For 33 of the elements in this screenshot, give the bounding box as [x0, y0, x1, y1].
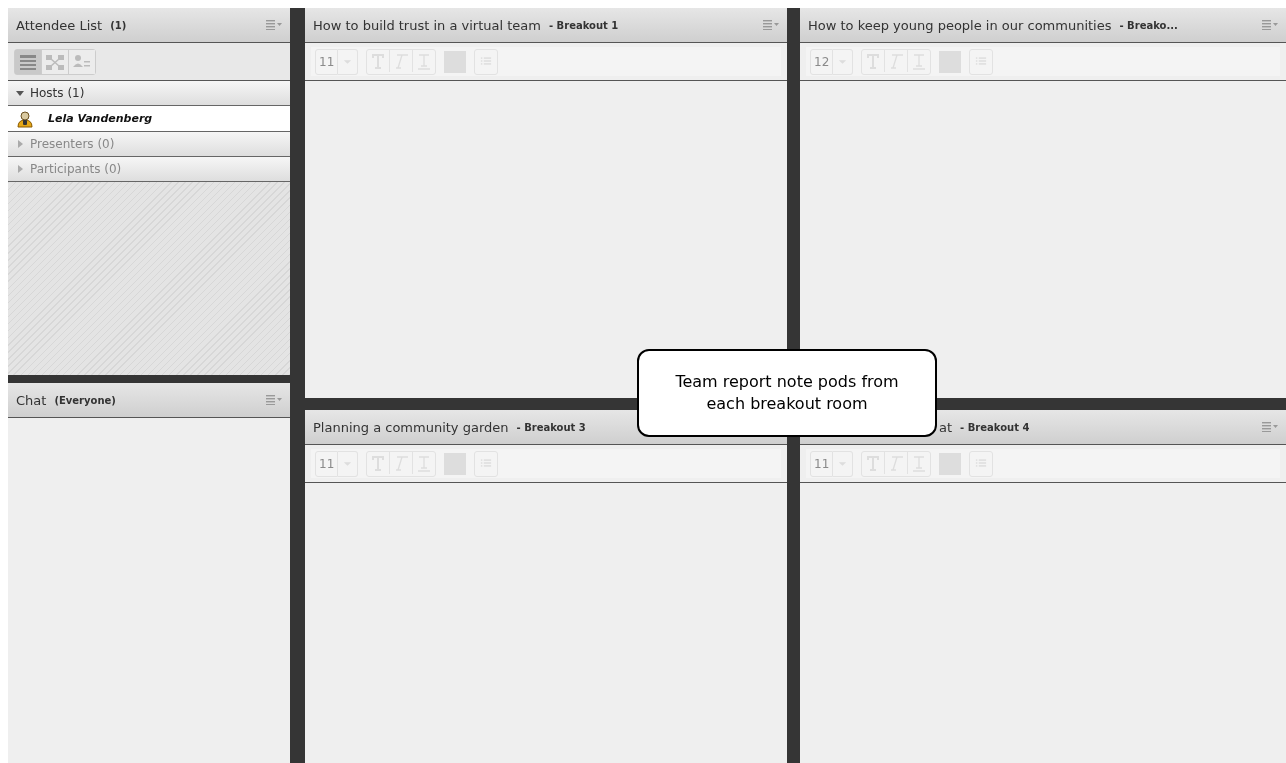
list-view-icon[interactable]	[15, 49, 42, 74]
font-size-field[interactable]: 11	[810, 450, 834, 477]
menu-icon[interactable]	[266, 20, 282, 30]
menu-icon[interactable]	[1262, 422, 1278, 432]
font-size-field[interactable]: 11	[315, 450, 339, 477]
breakout-label: - Breakout 3	[516, 421, 586, 433]
breakout-label: - Breakout 1	[548, 19, 619, 31]
breakout-label: - Breako...	[1119, 19, 1178, 31]
breakout-label: - Breakout 4	[960, 421, 1030, 433]
pod-title: How to build trust in a virtual team	[313, 17, 541, 33]
chat-scope: (Everyone)	[54, 394, 116, 406]
person-list-icon[interactable]	[69, 49, 95, 74]
pod-title: Chat	[16, 392, 47, 408]
pod-title: Planning a community garden	[313, 419, 509, 435]
host-icon	[16, 109, 34, 128]
collapse-icon[interactable]	[16, 89, 24, 97]
callout: Team report note pods from each breakout room	[637, 349, 937, 437]
pod-title: at	[939, 419, 953, 435]
group-header[interactable]: Participants (0)	[8, 157, 290, 182]
expand-icon[interactable]	[16, 140, 24, 148]
font-size-field[interactable]: 11	[315, 48, 339, 75]
breakout-view-icon[interactable]	[42, 49, 69, 74]
attendee-count: (1)	[110, 19, 127, 31]
menu-icon[interactable]	[763, 20, 779, 30]
group-header[interactable]: Hosts (1)	[8, 81, 290, 106]
expand-icon[interactable]	[16, 165, 24, 173]
font-size-field[interactable]: 12	[810, 48, 834, 75]
menu-icon[interactable]	[1262, 20, 1278, 30]
pod-title: How to keep young people in our communities	[808, 17, 1112, 33]
pod-title: Attendee List	[16, 17, 103, 33]
group-header[interactable]: Presenters (0)	[8, 132, 290, 157]
attendee-name[interactable]: Lela Vandenberg	[48, 112, 153, 125]
menu-icon[interactable]	[266, 395, 282, 405]
